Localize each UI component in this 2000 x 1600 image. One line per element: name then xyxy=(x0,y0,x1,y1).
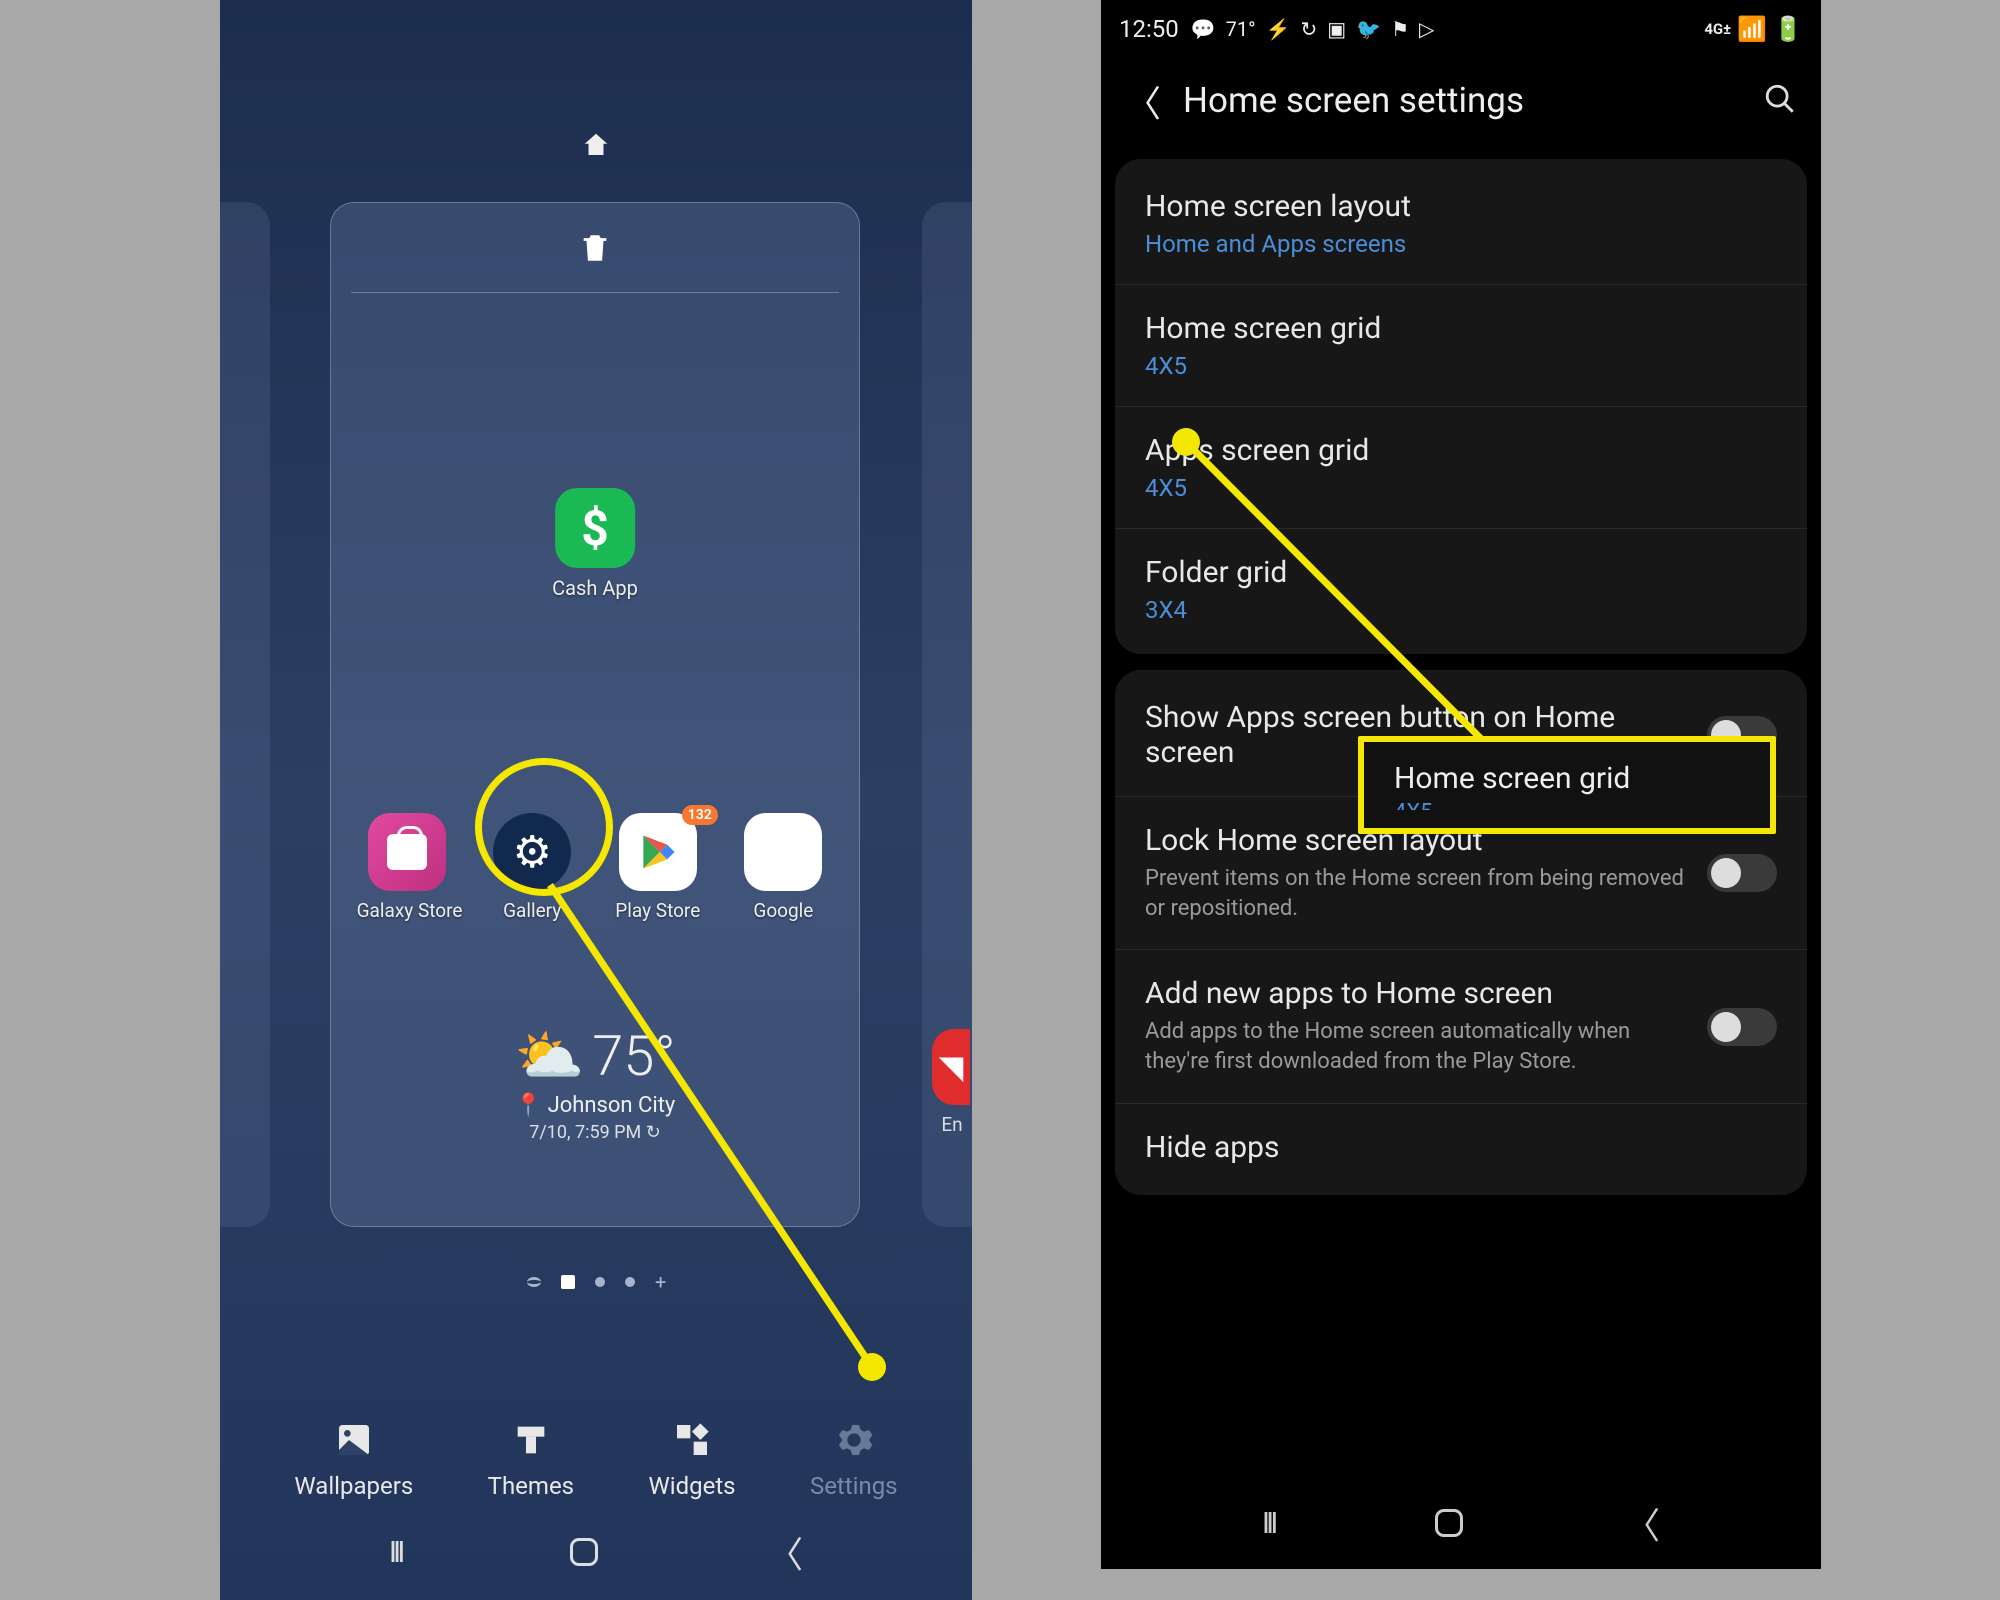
page-title: Home screen settings xyxy=(1183,80,1763,121)
remove-dropzone[interactable] xyxy=(351,203,839,293)
themes-icon xyxy=(488,1418,574,1462)
wallpapers-button[interactable]: Wallpapers xyxy=(294,1418,413,1500)
home-page-panel[interactable]: $ Cash App Galaxy Store ⚙ Gallery 132 xyxy=(330,202,860,1227)
email-icon: ◥ xyxy=(932,1029,970,1105)
nav-recents-button[interactable]: III xyxy=(1262,1506,1274,1541)
status-temp: 71° xyxy=(1226,17,1256,41)
row-subtitle: Home and Apps screens xyxy=(1145,230,1777,258)
row-description: Add apps to the Home screen automaticall… xyxy=(1145,1017,1691,1076)
callout-home-screen-grid: Home screen grid 4X5 xyxy=(1358,736,1776,834)
widgets-button[interactable]: Widgets xyxy=(648,1418,735,1500)
row-title: Folder grid xyxy=(1145,555,1777,590)
row-description: Prevent items on the Home screen from be… xyxy=(1145,864,1691,923)
app-folder-google[interactable]: Google xyxy=(733,813,833,922)
home-indicator-icon xyxy=(581,130,611,168)
bolt-icon: ⚡ xyxy=(1266,17,1291,41)
callout-subtitle: 4X5 xyxy=(1394,800,1770,810)
app-galaxy-store[interactable]: Galaxy Store xyxy=(357,813,457,922)
row-apps-screen-grid[interactable]: Apps screen grid 4X5 xyxy=(1115,406,1807,528)
nav-back-button[interactable]: 〈 xyxy=(767,1526,803,1578)
page-dot-home[interactable] xyxy=(561,1275,575,1289)
row-title: Add new apps to Home screen xyxy=(1145,976,1691,1011)
notification-badge: 132 xyxy=(682,805,718,825)
trash-icon xyxy=(578,228,612,268)
nav-home-button[interactable] xyxy=(570,1538,598,1566)
app-play-store[interactable]: 132 Play Store xyxy=(608,813,708,922)
row-folder-grid[interactable]: Folder grid 3X4 xyxy=(1115,528,1807,650)
status-time: 12:50 xyxy=(1119,15,1179,43)
app-label: Google xyxy=(733,899,833,922)
row-add-new-apps[interactable]: Add new apps to Home screen Add apps to … xyxy=(1115,949,1807,1102)
callout-title: Home screen grid xyxy=(1394,761,1770,796)
adjacent-app-icon[interactable]: ◥ En xyxy=(932,1029,972,1136)
folder-icon xyxy=(744,813,822,891)
button-label: Wallpapers xyxy=(294,1472,413,1500)
row-home-screen-grid[interactable]: Home screen grid 4X5 xyxy=(1115,284,1807,406)
nav-recents-button[interactable]: III xyxy=(389,1535,401,1570)
toggle-switch[interactable] xyxy=(1707,854,1777,892)
home-settings-button[interactable]: Settings xyxy=(810,1418,898,1500)
weather-icon: ⛅ xyxy=(514,1023,584,1089)
weather-datetime: 7/10, 7:59 PM xyxy=(529,1122,641,1143)
apps-screen-dot[interactable] xyxy=(527,1277,541,1287)
button-label: Widgets xyxy=(648,1472,735,1500)
button-label: Settings xyxy=(810,1472,898,1500)
weather-temp: 75° xyxy=(592,1023,675,1089)
adjacent-app-label: En xyxy=(932,1113,972,1136)
row-hide-apps[interactable]: Hide apps xyxy=(1115,1103,1807,1191)
highlight-ring xyxy=(475,758,613,896)
app-label: Play Store xyxy=(608,899,708,922)
wallpapers-icon xyxy=(294,1418,413,1462)
themes-button[interactable]: Themes xyxy=(488,1418,574,1500)
refresh-icon: ↻ xyxy=(646,1122,661,1143)
play-icon: ▷ xyxy=(1419,17,1434,41)
location-pin-icon: 📍 xyxy=(515,1093,542,1118)
nav-home-button[interactable] xyxy=(1435,1509,1463,1537)
row-title: Hide apps xyxy=(1145,1130,1777,1165)
row-subtitle: 3X4 xyxy=(1145,596,1777,624)
status-bar: 12:50 💬 71° ⚡ ↻ ▣ 🐦 ⚑ ▷ 4G± 📶 🔋 xyxy=(1101,0,1821,58)
page-dot[interactable] xyxy=(595,1277,605,1287)
sync-icon: ↻ xyxy=(1301,17,1318,41)
image-icon: ▣ xyxy=(1327,17,1346,41)
battery-charging-icon: 🔋 xyxy=(1773,15,1803,43)
row-title: Home screen layout xyxy=(1145,189,1777,224)
signal-icon: 📶 xyxy=(1737,15,1767,43)
network-icon: 4G± xyxy=(1704,20,1731,38)
row-subtitle: 4X5 xyxy=(1145,352,1777,380)
twitter-icon: 🐦 xyxy=(1356,17,1381,41)
app-label: Gallery xyxy=(482,899,582,922)
system-nav-bar: III 〈 xyxy=(1101,1493,1821,1553)
nav-back-button[interactable]: 〈 xyxy=(1624,1497,1660,1549)
button-label: Themes xyxy=(488,1472,574,1500)
weather-location: Johnson City xyxy=(548,1093,676,1118)
messenger-icon: 💬 xyxy=(1191,17,1216,41)
dragged-app-label: Cash App xyxy=(552,576,638,600)
dragged-app[interactable]: $ Cash App xyxy=(552,488,638,600)
galaxy-store-icon xyxy=(368,813,446,891)
search-button[interactable] xyxy=(1763,82,1797,120)
row-title: Home screen grid xyxy=(1145,311,1777,346)
home-editor-screen: $ Cash App Galaxy Store ⚙ Gallery 132 xyxy=(220,0,972,1600)
system-nav-bar: III 〈 xyxy=(220,1522,972,1582)
cash-app-icon: $ xyxy=(555,488,635,568)
row-home-screen-layout[interactable]: Home screen layout Home and Apps screens xyxy=(1115,163,1807,284)
weather-widget[interactable]: ⛅75° 📍 Johnson City 7/10, 7:59 PM ↻ xyxy=(514,1023,675,1143)
play-store-icon xyxy=(619,813,697,891)
page-dot[interactable] xyxy=(625,1277,635,1287)
settings-header: 〈 Home screen settings xyxy=(1101,58,1821,143)
row-subtitle: 4X5 xyxy=(1145,474,1777,502)
adjacent-page-left[interactable] xyxy=(220,202,270,1227)
flag-icon: ⚑ xyxy=(1391,17,1409,41)
page-indicator-row[interactable]: + xyxy=(527,1275,665,1289)
add-page-button[interactable]: + xyxy=(655,1277,665,1287)
toggle-switch[interactable] xyxy=(1707,1008,1777,1046)
widgets-icon xyxy=(648,1418,735,1462)
back-button[interactable]: 〈 xyxy=(1125,75,1161,127)
row-title: Apps screen grid xyxy=(1145,433,1777,468)
settings-icon xyxy=(810,1418,898,1462)
settings-card-grids: Home screen layout Home and Apps screens… xyxy=(1115,159,1807,654)
app-label: Galaxy Store xyxy=(357,899,457,922)
